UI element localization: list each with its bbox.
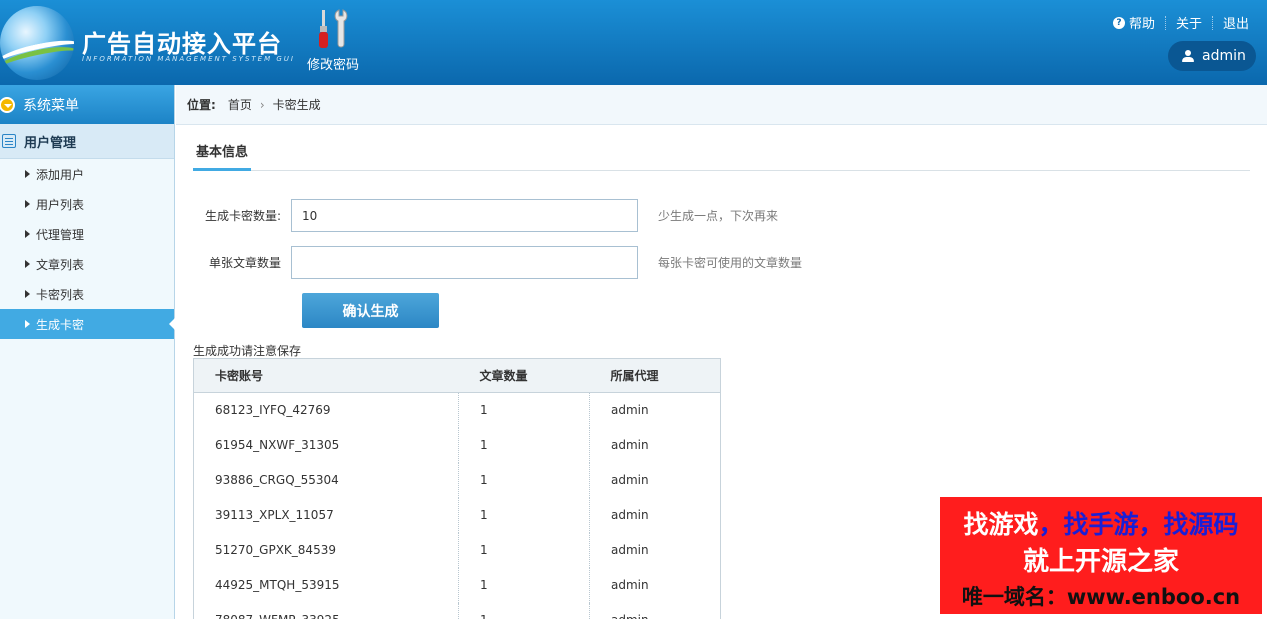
table-row: 51270_GPXK_84539 1 admin: [193, 532, 721, 568]
column-header-card-account: 卡密账号: [193, 358, 459, 393]
sidebar-item-generate-card[interactable]: 生成卡密: [0, 309, 175, 339]
cell-card-account: 44925_MTQH_53915: [193, 567, 459, 603]
cell-agent: admin: [611, 438, 649, 452]
cell-agent: admin: [590, 603, 721, 619]
list-icon: [2, 134, 16, 148]
sidebar-header: 系统菜单: [0, 85, 174, 124]
change-password-label: 修改密码: [306, 58, 359, 73]
cell-agent: admin: [611, 543, 649, 557]
table-row: 78087_WFMP_33925 1 admin: [193, 602, 721, 619]
table-row: 68123_IYFQ_42769 1 admin: [193, 392, 721, 428]
cell-card-account: 51270_GPXK_84539: [193, 532, 459, 568]
sidebar-item-label: 用户列表: [36, 197, 85, 212]
result-table: 卡密账号 文章数量 所属代理 68123_IYFQ_42769 1 admin …: [193, 358, 721, 619]
cell-article-count: 1: [458, 497, 590, 533]
sidebar-item-user-list[interactable]: 用户列表: [0, 189, 174, 219]
article-count-input[interactable]: [291, 246, 638, 279]
table-row: 44925_MTQH_53915 1 admin: [193, 567, 721, 603]
article-count-hint: 每张卡密可使用的文章数量: [658, 256, 803, 270]
table-row: 93886_CRGQ_55304 1 admin: [193, 462, 721, 498]
caret-right-icon: [25, 170, 30, 178]
caret-right-icon: [25, 290, 30, 298]
link-divider: [1211, 15, 1213, 30]
change-password-button[interactable]: 修改密码: [302, 6, 364, 76]
app-subtitle: INFORMATION MANAGEMENT SYSTEM GUI: [82, 55, 295, 63]
sidebar-item-label: 生成卡密: [36, 317, 85, 332]
cell-agent: admin: [611, 508, 649, 522]
user-menu[interactable]: admin: [1168, 41, 1256, 71]
sidebar-group-user-management[interactable]: 用户管理: [0, 124, 174, 159]
watermark-line-1-blue: ，找手游，找源码: [1038, 510, 1239, 539]
cell-card-account: 93886_CRGQ_55304: [193, 462, 459, 498]
column-header-agent: 所属代理: [589, 358, 721, 393]
article-count-label: 单张文章数量: [208, 256, 281, 270]
card-count-hint: 少生成一点，下次再来: [658, 209, 779, 223]
table-header-row: 卡密账号 文章数量 所属代理: [193, 358, 721, 393]
sidebar-item-label: 文章列表: [36, 257, 85, 272]
column-header-article-count: 文章数量: [458, 358, 590, 393]
sidebar-item-card-list[interactable]: 卡密列表: [0, 279, 174, 309]
top-header: 广告自动接入平台 INFORMATION MANAGEMENT SYSTEM G…: [0, 0, 1267, 85]
sidebar-item-label: 添加用户: [36, 167, 85, 182]
tools-icon: [319, 9, 348, 48]
cell-agent: admin: [611, 578, 649, 592]
cell-article-count: 1: [458, 392, 590, 428]
user-icon: [1182, 50, 1194, 62]
caret-right-icon: [25, 230, 30, 238]
caret-right-icon: [25, 200, 30, 208]
globe-logo-icon: [0, 6, 74, 80]
tab-bar: 基本信息: [193, 140, 1250, 171]
cell-article-count: 1: [458, 462, 590, 498]
form-row-article-count: 单张文章数量 每张卡密可使用的文章数量: [193, 246, 802, 279]
help-link[interactable]: 帮助: [1129, 13, 1155, 32]
user-name: admin: [1202, 48, 1246, 64]
sidebar-item-add-user[interactable]: 添加用户: [0, 159, 174, 189]
caret-right-icon: [25, 260, 30, 268]
table-row: 39113_XPLX_11057 1 admin: [193, 497, 721, 533]
sidebar: 系统菜单 用户管理 添加用户 用户列表 代理管理 文章列表 卡密列表 生成卡密: [0, 85, 175, 619]
link-divider: [1164, 15, 1166, 30]
result-note: 生成成功请注意保存: [193, 344, 302, 358]
watermark-line-3: 唯一域名：www.enboo.cn: [961, 585, 1241, 609]
watermark-line-2: 就上开源之家: [1022, 547, 1179, 577]
app-title: 广告自动接入平台: [82, 30, 282, 58]
table-row: 61954_NXWF_31305 1 admin: [193, 427, 721, 463]
breadcrumb: 位置: 首页 › 卡密生成: [176, 85, 1267, 125]
breadcrumb-label: 位置:: [187, 98, 216, 112]
sidebar-item-label: 卡密列表: [36, 287, 85, 302]
cell-card-account: 68123_IYFQ_42769: [193, 392, 459, 428]
sidebar-item-article-list[interactable]: 文章列表: [0, 249, 174, 279]
breadcrumb-current: 卡密生成: [272, 98, 321, 112]
watermark-line-1: 找游戏，找手游，找源码: [940, 505, 1262, 541]
sidebar-header-label: 系统菜单: [23, 97, 79, 114]
cell-article-count: 1: [458, 567, 590, 603]
sidebar-item-label: 代理管理: [36, 227, 85, 242]
sidebar-item-agent-management[interactable]: 代理管理: [0, 219, 174, 249]
sidebar-group-label: 用户管理: [24, 135, 77, 151]
tab-basic-info[interactable]: 基本信息: [193, 140, 252, 171]
breadcrumb-home-link[interactable]: 首页: [228, 96, 252, 113]
cell-article-count: 1: [458, 602, 590, 619]
caret-right-icon: [25, 320, 30, 328]
cell-agent: admin: [611, 473, 649, 487]
logout-link[interactable]: 退出: [1223, 13, 1249, 32]
about-link[interactable]: 关于: [1176, 13, 1202, 32]
cell-article-count: 1: [458, 427, 590, 463]
watermark-banner: 找游戏，找手游，找源码 就上开源之家 唯一域名：www.enboo.cn: [940, 497, 1262, 614]
confirm-generate-button[interactable]: 确认生成: [302, 293, 439, 328]
cell-card-account: 78087_WFMP_33925: [193, 602, 459, 619]
breadcrumb-separator: ›: [259, 97, 265, 112]
card-count-input[interactable]: [291, 199, 638, 232]
cell-card-account: 39113_XPLX_11057: [193, 497, 459, 533]
chevron-down-icon: [0, 96, 15, 113]
cell-agent: admin: [611, 403, 649, 418]
cell-card-account: 61954_NXWF_31305: [193, 427, 459, 463]
card-count-label: 生成卡密数量:: [204, 209, 281, 223]
help-icon: ?: [1112, 16, 1125, 29]
cell-article-count: 1: [458, 532, 590, 568]
top-links: ? 帮助 关于 退出: [1112, 13, 1249, 32]
form-row-card-count: 生成卡密数量: 少生成一点，下次再来: [193, 199, 778, 232]
watermark-line-1-white: 找游戏: [963, 510, 1039, 539]
